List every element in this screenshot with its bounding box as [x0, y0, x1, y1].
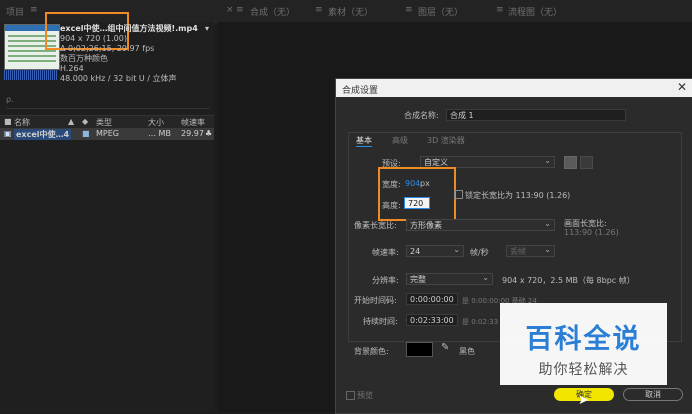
mouse-cursor-icon: ➤ — [578, 393, 589, 408]
footage-dropdown-icon[interactable]: ▾ — [205, 24, 209, 33]
footage-audio: 48.000 kHz / 32 bit U / 立体声 — [60, 74, 177, 83]
tab-basic[interactable]: 基本 — [356, 135, 372, 147]
tab-3d-renderer[interactable]: 3D 渲染器 — [427, 135, 465, 146]
width-value[interactable]: 904 — [405, 179, 420, 188]
frame-aspect-value: 113:90 (1.26) — [564, 228, 619, 237]
dialog-titlebar: 合成设置 ✕ — [336, 79, 692, 97]
column-rate[interactable]: 帧速率 — [181, 117, 205, 128]
comp-lock-icon[interactable]: × — [226, 5, 234, 15]
tab-composition[interactable]: 合成（无） — [250, 5, 295, 18]
dialog-title: 合成设置 — [342, 86, 379, 96]
start-timecode-label: 开始时间码: — [354, 296, 397, 305]
pixel-aspect-label: 像素长宽比: — [354, 221, 397, 230]
tab-layer[interactable]: 图层（无） — [418, 5, 463, 18]
network-icon: ♣ — [205, 129, 213, 138]
duration-label: 持续时间: — [363, 317, 398, 326]
lock-aspect-label: 锁定长宽比为 113:90 (1.26) — [465, 191, 571, 200]
resolution-select[interactable]: 完整 — [406, 272, 493, 285]
panel-menu-icon-3[interactable]: ≡ — [405, 5, 413, 15]
cancel-button[interactable]: 取消 — [623, 388, 683, 401]
footage-codec: H.264 — [60, 64, 84, 73]
project-column-header: ■ 名称 ▲ ◆ 类型 大小 帧速率 — [0, 115, 214, 129]
panel-menu-icon[interactable]: ≡ — [30, 5, 38, 15]
comp-menu-icon[interactable]: ≡ — [236, 5, 244, 15]
save-preset-icon[interactable] — [564, 156, 577, 169]
table-row[interactable]: ▣ excel中使…4 ■ MPEG … MB 29.97 ♣ — [0, 128, 214, 140]
tab-footage[interactable]: 素材（无） — [328, 5, 373, 18]
panel-menu-icon-2[interactable]: ≡ — [315, 5, 323, 15]
audio-waveform — [4, 70, 58, 80]
width-label: 宽度: — [382, 180, 401, 189]
tag-icon: ◆ — [82, 117, 89, 126]
column-name[interactable]: 名称 — [14, 117, 30, 128]
height-label: 高度: — [382, 201, 401, 210]
panel-menu-icon-4[interactable]: ≡ — [496, 5, 504, 15]
sort-arrow-icon[interactable]: ▲ — [68, 117, 74, 126]
fps-label: 帧速率: — [372, 248, 399, 257]
footage-title: excel中使…组中间值方法视频!.mp4 — [60, 24, 198, 33]
file-label-icon: ■ — [82, 129, 90, 138]
start-timecode-input[interactable]: 0:00:00:00 — [406, 293, 458, 305]
file-size: … MB — [148, 129, 171, 138]
eyedropper-icon[interactable]: ✎ — [441, 342, 449, 353]
watermark-sub: 助你轻松解决 — [538, 362, 629, 378]
file-icon: ▣ — [4, 129, 12, 138]
bg-color-name: 黑色 — [459, 347, 475, 356]
footage-resolution: 904 x 720 (1.00) — [60, 34, 127, 43]
lock-aspect-checkbox[interactable] — [454, 190, 463, 199]
comp-name-input[interactable]: 合成 1 — [446, 109, 626, 121]
column-size[interactable]: 大小 — [148, 117, 164, 128]
height-input[interactable]: 720 — [404, 197, 430, 209]
duration-input[interactable]: 0:02:33:00 — [406, 314, 458, 326]
file-name[interactable]: excel中使…4 — [14, 129, 72, 140]
tab-advanced[interactable]: 高级 — [392, 135, 408, 146]
file-type: MPEG — [96, 129, 119, 138]
fps-unit: 帧/秒 — [470, 248, 489, 257]
label-color-icon: ■ — [4, 117, 12, 126]
highlight-box-size — [378, 167, 456, 221]
watermark-main: 百科全说 — [525, 324, 642, 355]
close-icon[interactable]: ✕ — [677, 80, 687, 94]
tab-flowchart[interactable]: 流程图（无） — [508, 5, 562, 18]
resolution-info: 904 x 720，2.5 MB（每 8bpc 帧） — [502, 276, 635, 285]
project-panel: excel中使…组中间值方法视频!.mp4 ▾ 904 x 720 (1.00)… — [0, 12, 214, 412]
file-rate: 29.97 — [181, 129, 204, 138]
search-icon: ρ. — [6, 95, 14, 104]
bg-color-swatch[interactable] — [406, 342, 433, 357]
drop-frame-select[interactable]: 丢帧 — [506, 244, 555, 257]
delete-preset-icon[interactable] — [580, 156, 593, 169]
bg-color-label: 背景颜色: — [354, 347, 389, 356]
preview-label: 预览 — [357, 391, 373, 400]
project-search-input[interactable]: ρ. — [6, 94, 210, 109]
width-unit: px — [420, 179, 430, 188]
duration-info: 是 0:02:33 — [462, 318, 499, 326]
column-type[interactable]: 类型 — [96, 117, 112, 128]
preview-checkbox[interactable] — [346, 391, 355, 400]
pixel-aspect-select[interactable]: 方形像素 — [406, 218, 555, 231]
project-panel-label[interactable]: 项目 — [6, 5, 24, 18]
footage-duration: Δ 0;02;26;15, 29.97 fps — [60, 44, 155, 53]
watermark: 百科全说 助你轻松解决 — [500, 303, 667, 385]
footage-colors: 数百万种颜色 — [60, 54, 108, 63]
fps-select[interactable]: 24 — [406, 244, 464, 257]
comp-name-label: 合成名称: — [404, 111, 439, 120]
resolution-label: 分辨率: — [372, 276, 399, 285]
